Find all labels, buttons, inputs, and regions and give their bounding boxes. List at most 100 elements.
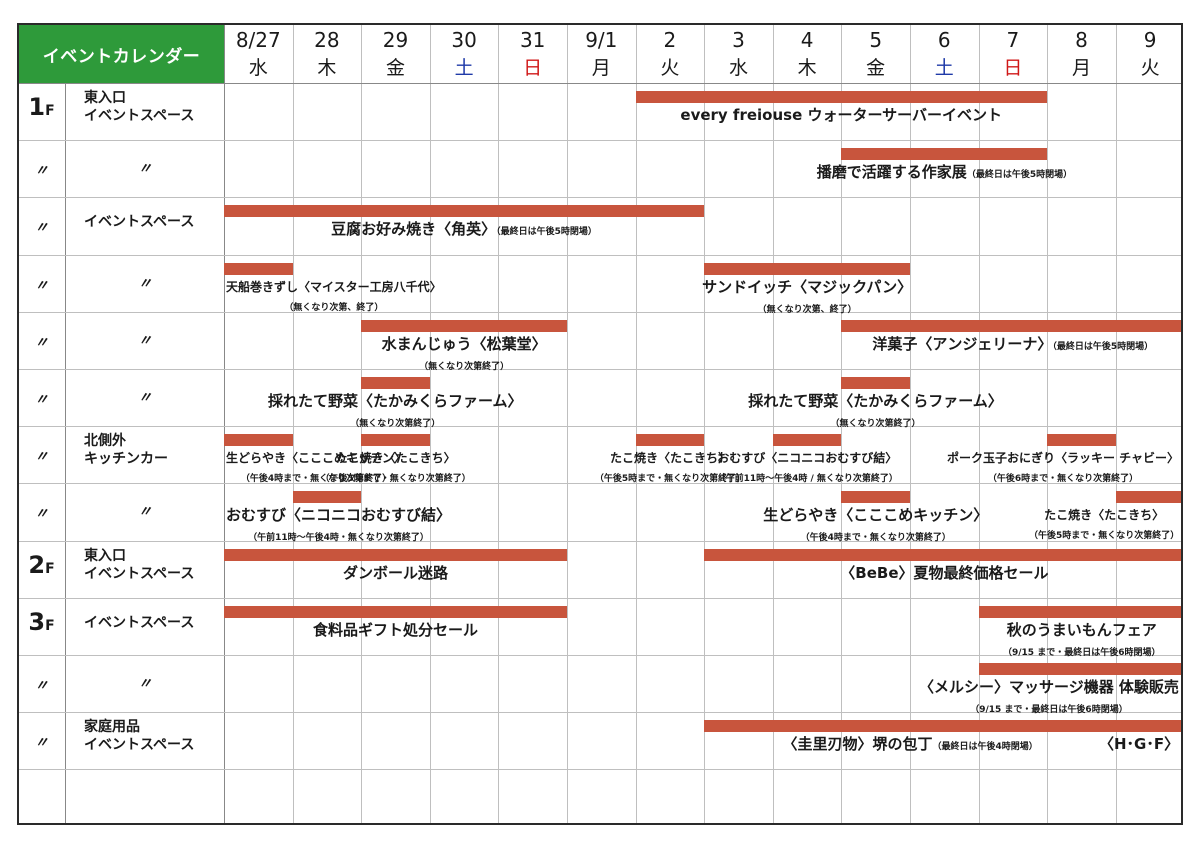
weekday-label: 火 — [1140, 57, 1160, 79]
date-number: 8/27 — [235, 28, 281, 52]
date-cell: 30 土 — [430, 25, 499, 83]
location-label: イベントスペース — [84, 614, 195, 631]
event-subnote: （午後6時まで・無くなり次第終了） — [987, 474, 1139, 485]
event-bar — [841, 377, 910, 389]
date-cell: 2火 — [636, 25, 705, 83]
location-label: 家庭用品 イベントスペース — [84, 719, 195, 754]
event-label: たこ焼き〈たこきち〉 （午後5時まで・無くなり次第終了） — [1029, 504, 1179, 542]
event-bar — [361, 434, 430, 447]
location-label: 〃 — [138, 332, 152, 349]
event-name: 食料品ギフト処分セール — [313, 620, 479, 639]
location-label: 東入口 イベントスペース — [84, 547, 195, 582]
event-name: every freiouse ウォーターサーバーイベント — [680, 106, 1003, 124]
floor-number: 2 — [28, 550, 46, 579]
event-note: （最終日は午後5時閉場） — [966, 170, 1073, 181]
event-bar — [704, 262, 910, 275]
event-bar — [978, 605, 1181, 618]
grid-hline — [19, 254, 1181, 256]
event-bar — [1115, 491, 1181, 504]
grid-vline — [224, 25, 225, 823]
date-cell: 6土 — [910, 25, 979, 83]
location-label: 〃 — [138, 676, 152, 692]
event-subnote: （9/15 まで・最終日は午後6時閉場） — [1003, 647, 1161, 658]
date-cell: 7日 — [979, 25, 1048, 83]
event-bar — [635, 91, 1048, 103]
event-label: おむすび〈ニコニコおむすび結〉 （午前11時～午後4時 / 無くなり次第終了） — [717, 447, 898, 485]
weekday-label: 木 — [317, 57, 337, 79]
event-name: 〈メルシー〉マッサージ機器 体験販売 — [919, 678, 1179, 696]
event-note: （最終日は午後4時閉場） — [932, 742, 1038, 753]
grid-vline — [65, 25, 66, 823]
floor-ditto-mark: 〃 — [34, 449, 49, 466]
floor-ditto-mark: 〃 — [34, 277, 49, 294]
event-name: 生どらやき〈こここめキッチン〉 — [763, 506, 989, 525]
event-label: おむすび〈ニコニコおむすび結〉 （午前11時～午後4時・無くなり次第終了） — [226, 504, 451, 544]
event-label: 〈BeBe〉夏物最終価格セール — [840, 562, 1048, 583]
event-name: 水まんじゅう〈松葉堂〉 — [381, 334, 547, 353]
event-bar — [361, 319, 567, 332]
event-label: サンドイッチ〈マジックパン〉 （無くなり次第、終了） — [702, 276, 912, 316]
event-bar — [841, 491, 910, 504]
event-name: たこ焼き〈たこきち〉 — [1044, 508, 1165, 523]
event-name: サンドイッチ〈マジックパン〉 — [702, 277, 913, 296]
date-number: 3 — [732, 28, 745, 52]
event-label: ポーク玉子おにぎり〈ラッキー チャビー〉 （午後6時まで・無くなり次第終了） — [947, 447, 1179, 485]
floor-unit: F — [45, 560, 55, 577]
weekday-label: 木 — [797, 57, 817, 79]
date-cell: 31 日 — [498, 25, 567, 83]
weekday-label: 月 — [591, 57, 611, 79]
location-label: 〃 — [138, 390, 152, 406]
event-subnote: （午後4時まで・無くなり次第終了） — [800, 533, 951, 544]
floor-ditto-mark: 〃 — [34, 392, 49, 408]
weekday-label: 水 — [728, 57, 748, 79]
grid-hline — [19, 426, 1181, 428]
event-label: 水まんじゅう〈松葉堂〉 （無くなり次第終了） — [382, 333, 547, 373]
date-number: 28 — [314, 28, 340, 52]
floor-ditto-mark: 〃 — [34, 506, 49, 523]
floor-number: 1 — [28, 93, 46, 121]
event-name: 洋菓子〈アンジェリーナ〉 — [872, 334, 1053, 353]
event-name: おむすび〈ニコニコおむすび結〉 — [226, 506, 452, 525]
event-bar — [224, 605, 567, 618]
event-bar — [224, 434, 293, 447]
date-number: 6 — [937, 28, 951, 52]
grid-hline — [19, 369, 1181, 370]
floor-ditto-mark: 〃 — [34, 334, 49, 351]
event-name: 〈BeBe〉夏物最終価格セール — [840, 563, 1049, 582]
weekday-label: 土 — [454, 57, 474, 79]
event-name: 秋のうまいもんフェア — [1006, 620, 1157, 639]
date-cell: 29 金 — [361, 25, 430, 83]
floor-unit: F — [45, 617, 55, 634]
event-bar — [704, 720, 1116, 733]
location-label: 〃 — [138, 161, 152, 178]
weekday-label: 金 — [385, 57, 405, 79]
event-label: 〈圭里刃物〉堺の包丁（最終日は午後4時閉場） — [783, 733, 1038, 754]
weekday-label: 火 — [660, 57, 680, 79]
calendar-title: イベントカレンダー — [19, 25, 224, 83]
event-label: 秋のうまいもんフェア （9/15 まで・最終日は午後6時閉場） — [1003, 619, 1160, 659]
date-number: 30 — [451, 28, 477, 52]
date-number: 2 — [663, 28, 677, 52]
grid-vline — [704, 25, 706, 823]
event-bar — [1047, 434, 1116, 447]
floor-label: 1F — [19, 93, 64, 121]
grid-hline — [19, 769, 1181, 771]
date-cell: 4木 — [773, 25, 842, 83]
event-name: たこ焼き〈たこきち〉 — [610, 451, 731, 466]
weekday-label: 土 — [934, 57, 954, 79]
event-name: 播磨で活躍する作家展 — [816, 163, 967, 182]
date-number: 8 — [1075, 28, 1088, 52]
event-label: 洋菓子〈アンジェリーナ〉（最終日は午後5時閉場） — [872, 333, 1153, 354]
event-name: 豆腐お好み焼き〈角英〉 — [331, 220, 497, 239]
event-label: every freiouse ウォーターサーバーイベント — [680, 104, 1002, 125]
event-subnote: （午後5時まで・無くなり次第終了） — [1029, 531, 1180, 542]
weekday-label: 金 — [866, 57, 886, 79]
event-name: 天船巻きずし〈マイスター工房八千代〉 — [226, 279, 442, 294]
weekday-label: 水 — [248, 57, 268, 79]
date-number: 9/1 — [585, 28, 618, 52]
event-label: 採れたて野菜〈たかみくらファーム〉 （無くなり次第終了） — [268, 390, 523, 430]
event-label: たこ焼き〈たこきち〉 （午後5時まで・無くなり次第終了） — [321, 447, 471, 485]
floor-label: 2F — [19, 551, 64, 579]
grid-vline — [567, 25, 568, 823]
event-label: 天船巻きずし〈マイスター工房八千代〉 （無くなり次第、終了） — [226, 276, 442, 314]
